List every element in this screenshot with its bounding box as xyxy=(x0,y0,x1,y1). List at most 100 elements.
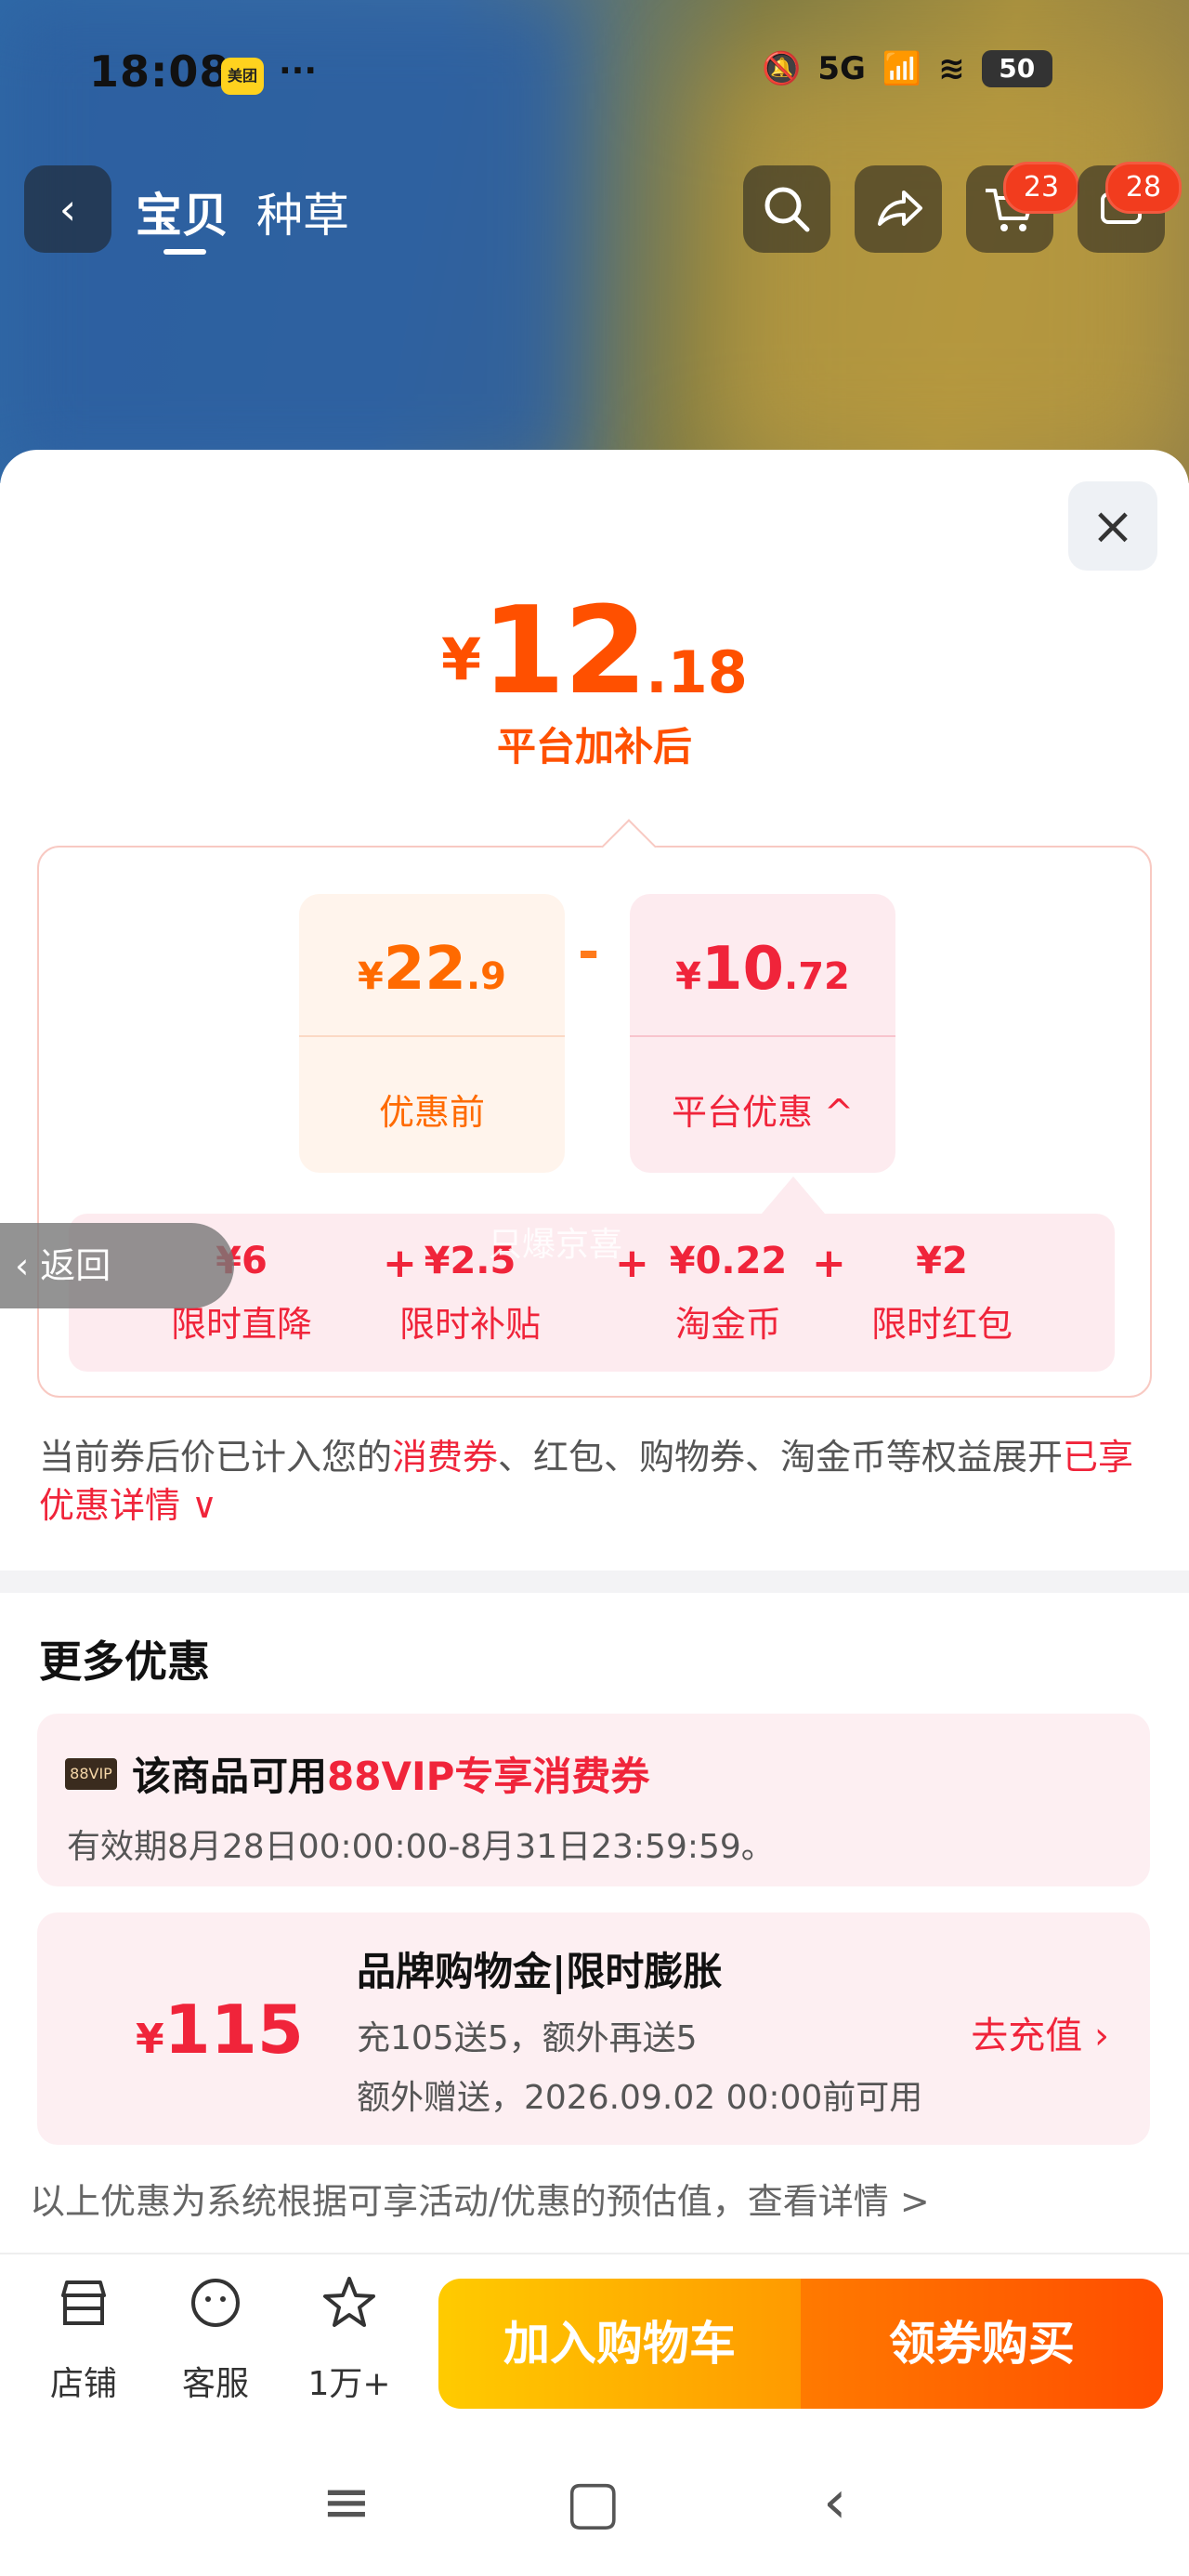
final-price-decimal: .18 xyxy=(646,638,748,706)
home-icon[interactable]: ▢ xyxy=(565,2468,621,2537)
breakdown-item: ¥0.22 淘金币 xyxy=(645,1240,812,1347)
note-text: 、红包、购物券、淘金币等权益展开 xyxy=(498,1437,1064,1478)
bottom-action-bar: 店铺 客服 1万+ 加入购物车 领券购买 xyxy=(0,2253,1189,2422)
back-icon[interactable]: ‹ xyxy=(823,2468,847,2537)
breakdown-pointer xyxy=(762,1176,825,1214)
platform-discount-amount: ¥10.72 xyxy=(630,935,895,1004)
breakdown-label: 限时补贴 xyxy=(399,1304,541,1345)
vip-coupon-prefix: 该商品可用 xyxy=(132,1754,328,1799)
back-arrow-icon: ‹ xyxy=(59,184,77,234)
final-price-currency: ¥ xyxy=(441,625,482,693)
status-more: ··· xyxy=(279,52,318,90)
final-price-label: 平台加补后 xyxy=(496,724,692,769)
back-button[interactable]: ‹ xyxy=(24,165,111,253)
platform-discount-card[interactable]: ¥10.72 平台优惠 ^ xyxy=(630,894,895,1173)
final-price: ¥12.18 xyxy=(0,580,1189,721)
top-nav: ‹ 宝贝 种草 23 28 xyxy=(0,162,1189,255)
section-divider xyxy=(0,1571,1189,1593)
chevron-left-icon: ‹ xyxy=(15,1245,41,1286)
battery-icon: 50 xyxy=(981,50,1052,87)
price-detail-sheet: × ¥12.18 平台加补后 ¥22.9 优惠前 - ¥10.72 平台优惠 ^ xyxy=(0,450,1189,2576)
price-breakdown-box: ¥22.9 优惠前 - ¥10.72 平台优惠 ^ ¥6 限时直降 + ¥2.5… xyxy=(37,819,1152,1398)
more-offers-title: 更多优惠 xyxy=(39,1636,210,1687)
service-icon xyxy=(160,2273,271,2347)
vip-coupon-validity: 有效期8月28日00:00:00-8月31日23:59:59。 xyxy=(67,1828,775,1866)
favorite-button[interactable]: 1万+ xyxy=(294,2273,405,2405)
search-icon xyxy=(764,187,810,232)
breakdown-label: 限时红包 xyxy=(870,1304,1013,1345)
wifi-icon: ≋ xyxy=(938,50,965,87)
vip-coupon-card[interactable]: 88VIP 该商品可用88VIP专享消费券 有效期8月28日00:00:00-8… xyxy=(37,1714,1150,1886)
close-button[interactable]: × xyxy=(1068,481,1157,571)
before-integer: 22 xyxy=(383,935,466,1004)
meituan-icon: 美团 xyxy=(221,58,264,95)
store-label: 店铺 xyxy=(49,2365,117,2403)
store-button[interactable]: 店铺 xyxy=(28,2273,139,2405)
discount-currency: ¥ xyxy=(675,955,701,998)
discount-decimal: .72 xyxy=(784,955,850,998)
service-button[interactable]: 客服 xyxy=(160,2273,271,2405)
status-time: 18:08 xyxy=(89,46,230,97)
system-nav-bar: ≡ ▢ ‹ xyxy=(0,2429,1189,2576)
menu-icon[interactable]: ≡ xyxy=(321,2468,372,2537)
message-button[interactable]: 28 xyxy=(1078,162,1182,253)
benefit-note: 当前券后价已计入您的消费券、红包、购物券、淘金币等权益展开已享优惠详情 ∨ xyxy=(39,1433,1154,1530)
service-label: 客服 xyxy=(181,2365,249,2403)
share-button[interactable] xyxy=(855,165,942,253)
before-discount-card: ¥22.9 优惠前 xyxy=(299,894,565,1173)
floating-back-label: 返回 xyxy=(40,1245,111,1286)
store-icon xyxy=(28,2273,139,2347)
recharge-button[interactable]: 去充值 › xyxy=(971,2005,1109,2059)
system-icons: 🔕 5G 📶 ≋ 50 xyxy=(762,50,1052,87)
vip-coupon-highlight: 88VIP专享消费券 xyxy=(327,1754,650,1799)
card-divider xyxy=(299,1035,565,1037)
platform-discount-label: 平台优惠 ^ xyxy=(630,1084,895,1135)
breakdown-value: ¥0.22 xyxy=(669,1240,788,1282)
estimate-footnote[interactable]: 以上优惠为系统根据可享活动/优惠的预估值，查看详情 > xyxy=(30,2173,930,2224)
before-decimal: .9 xyxy=(465,955,506,998)
buy-with-coupon-button[interactable]: 领券购买 xyxy=(801,2279,1163,2409)
message-count-badge: 28 xyxy=(1105,162,1182,214)
brand-credit-currency: ¥ xyxy=(136,2016,164,2063)
floating-back-button[interactable]: ‹ 返回 xyxy=(0,1223,234,1308)
close-icon: × xyxy=(1091,495,1135,557)
search-button[interactable] xyxy=(743,165,830,253)
note-text: 当前券后价已计入您的 xyxy=(39,1437,393,1478)
vip-badge-icon: 88VIP xyxy=(65,1758,117,1790)
tab-seeding[interactable]: 种草 xyxy=(256,178,349,245)
brand-credit-line2: 额外赠送，2026.09.02 00:00前可用 xyxy=(357,2079,923,2117)
chevron-up-icon: ^ xyxy=(824,1092,854,1133)
signal-icon: 📶 xyxy=(882,50,922,87)
cart-count-badge: 23 xyxy=(1003,162,1079,214)
watermark: 只爆京喜 xyxy=(489,1226,623,1264)
network-label: 5G xyxy=(817,50,866,87)
before-discount-label: 优惠前 xyxy=(378,1092,485,1133)
minus-sign: - xyxy=(578,922,600,982)
tab-baby[interactable]: 宝贝 xyxy=(136,178,229,245)
share-icon xyxy=(878,191,922,226)
plus-sign: + xyxy=(812,1240,846,1287)
consumption-coupon-link[interactable]: 消费券 xyxy=(392,1437,498,1478)
star-icon xyxy=(294,2273,405,2347)
brand-credit-amount: ¥115 xyxy=(136,1991,304,2069)
favorite-count: 1万+ xyxy=(307,2365,391,2403)
chevron-down-icon[interactable]: ∨ xyxy=(191,1485,217,1526)
final-price-integer: 12 xyxy=(481,580,647,721)
add-to-cart-button[interactable]: 加入购物车 xyxy=(438,2279,801,2409)
platform-discount-text: 平台优惠 xyxy=(672,1092,814,1133)
status-bar: 18:08 美团 ··· 🔕 5G 📶 ≋ 50 xyxy=(0,0,1189,149)
brand-credit-title: 品牌购物金|限时膨胀 xyxy=(357,1949,723,1994)
brand-credit-card[interactable]: ¥115 品牌购物金|限时膨胀 充105送5，额外再送5 额外赠送，2026.0… xyxy=(37,1912,1150,2145)
before-discount-amount: ¥22.9 xyxy=(299,935,565,1004)
breakdown-value: ¥2 xyxy=(916,1240,968,1282)
active-tab-indicator xyxy=(163,249,206,255)
cart-button[interactable]: 23 xyxy=(966,162,1079,253)
mute-icon: 🔕 xyxy=(762,50,802,87)
vip-coupon-title: 该商品可用88VIP专享消费券 xyxy=(132,1745,649,1802)
box-notch xyxy=(601,819,657,874)
brand-credit-value: 115 xyxy=(163,1991,304,2069)
breakdown-item: ¥2 限时红包 xyxy=(858,1240,1026,1347)
brand-credit-line1: 充105送5，额外再送5 xyxy=(357,2019,698,2057)
breakdown-label: 淘金币 xyxy=(674,1304,781,1345)
before-currency: ¥ xyxy=(358,955,384,998)
